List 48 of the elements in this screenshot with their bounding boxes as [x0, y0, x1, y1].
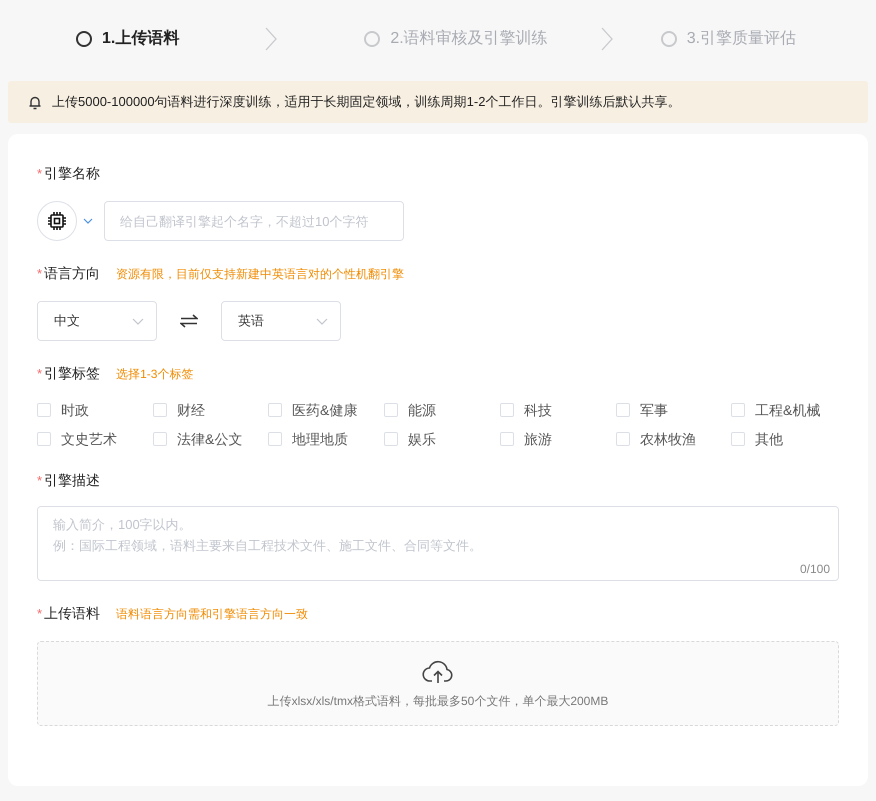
placeholder-text: 例：国际工程领域，语料主要来自工程技术文件、施工文件、合同等文件。: [53, 537, 483, 555]
placeholder-text: 输入简介，100字以内。: [53, 516, 193, 534]
field-hint: 选择1-3个标签: [116, 366, 194, 382]
field-label: 引擎描述: [44, 471, 100, 490]
notice-text: 上传5000-100000句语料进行深度训练，适用于长期固定领域，训练周期1-2个工作日。引擎训练后默认共享。: [52, 93, 680, 112]
tag-checkbox[interactable]: 工程&机械: [731, 401, 841, 419]
bell-icon: [28, 94, 42, 110]
caret-icon: [132, 318, 144, 324]
tag-checkbox[interactable]: 能源: [384, 401, 500, 419]
tag-checkbox[interactable]: 旅游: [500, 430, 616, 448]
dropdown-caret-icon[interactable]: [83, 218, 93, 224]
upload-instructions: 上传xlsx/xls/tmx格式语料，每批最多50个文件，单个最大200MB: [268, 693, 608, 710]
chip-icon-button[interactable]: [37, 201, 77, 241]
field-label: 引擎标签: [44, 364, 100, 383]
required-mark: *: [37, 604, 42, 623]
field-label: 语言方向: [44, 264, 100, 283]
field-label: 上传语料: [44, 604, 100, 623]
field-hint: 语料语言方向需和引擎语言方向一致: [116, 606, 308, 622]
field-label: 引擎名称: [44, 164, 100, 183]
tag-checkbox[interactable]: 科技: [500, 401, 616, 419]
tag-checkbox[interactable]: 娱乐: [384, 430, 500, 448]
tag-checkbox[interactable]: 时政: [37, 401, 153, 419]
source-language-select[interactable]: 中文: [37, 301, 157, 341]
step-tab[interactable]: 1.上传语料: [76, 27, 180, 51]
field-hint: 资源有限，目前仅支持新建中英语言对的个性机翻引擎: [116, 266, 404, 282]
chip-icon: [47, 211, 67, 231]
required-mark: *: [37, 264, 42, 283]
upload-drop-zone[interactable]: 上传xlsx/xls/tmx格式语料，每批最多50个文件，单个最大200MB: [37, 641, 839, 726]
cloud-upload-icon: [422, 659, 454, 685]
caret-icon: [316, 318, 328, 324]
required-mark: *: [37, 364, 42, 383]
chevron-icon: [600, 27, 614, 51]
target-language-select[interactable]: 英语: [221, 301, 341, 341]
tag-checkbox[interactable]: 地理地质: [268, 430, 384, 448]
character-counter: 0/100: [800, 561, 830, 578]
swap-icon[interactable]: [180, 314, 198, 328]
tag-checkbox[interactable]: 文史艺术: [37, 430, 153, 448]
tag-checkbox[interactable]: 其他: [731, 430, 841, 448]
tag-checkbox[interactable]: 法律&公文: [153, 430, 268, 448]
required-mark: *: [37, 472, 42, 490]
tag-checkbox[interactable]: 农林牧渔: [616, 430, 731, 448]
name-input-field[interactable]: 给自己翻译引擎起个名字，不超过10个字符: [104, 201, 404, 241]
tag-checkbox[interactable]: 财经: [153, 401, 268, 419]
chevron-icon: [264, 27, 278, 51]
tag-checkbox[interactable]: 医药&健康: [268, 401, 384, 419]
tag-checkbox[interactable]: 军事: [616, 401, 731, 419]
description-text-area[interactable]: 输入简介，100字以内。 例：国际工程领域，语料主要来自工程技术文件、施工文件、合同等文件。 0/100: [37, 506, 839, 581]
required-mark: *: [37, 164, 42, 183]
